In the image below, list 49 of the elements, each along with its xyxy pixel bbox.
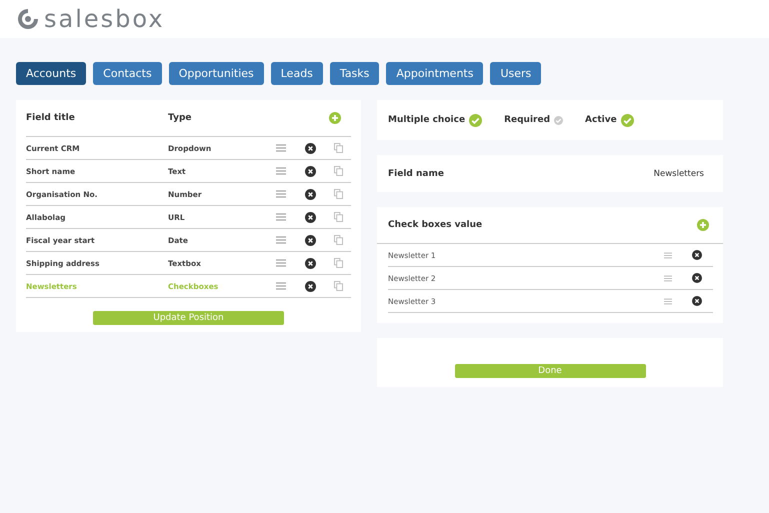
nav-tab[interactable]: Appointments (386, 62, 484, 85)
delete-icon[interactable] (692, 273, 702, 283)
nav-tab[interactable]: Users (490, 62, 542, 85)
option-label: Active (585, 115, 617, 125)
column-header: Field title (26, 113, 76, 123)
drag-handle-icon[interactable] (664, 252, 672, 258)
check-icon[interactable] (469, 114, 482, 126)
delete-icon[interactable] (305, 258, 316, 268)
section-title: Check boxes value (388, 220, 482, 230)
add-icon[interactable] (697, 219, 709, 231)
nav-tab[interactable]: Contacts (93, 62, 162, 85)
drag-handle-icon[interactable] (664, 298, 672, 304)
delete-icon[interactable] (305, 188, 316, 200)
drag-handle-icon[interactable] (276, 144, 286, 152)
option-label: Required (504, 115, 550, 125)
drag-handle-icon[interactable] (664, 274, 672, 282)
logo-icon (16, 7, 40, 31)
copy-icon[interactable] (334, 143, 343, 153)
field-name-label: Field name (388, 168, 444, 178)
copy-icon[interactable] (334, 189, 343, 199)
drag-handle-icon[interactable] (276, 167, 286, 175)
delete-icon[interactable] (305, 166, 316, 176)
delete-icon[interactable] (692, 296, 702, 306)
delete-icon[interactable] (305, 280, 316, 292)
delete-icon[interactable] (692, 250, 702, 260)
drag-handle-icon[interactable] (276, 259, 286, 267)
copy-icon[interactable] (334, 258, 343, 268)
drag-handle-icon[interactable] (276, 190, 286, 198)
nav-tab[interactable]: Leads (270, 62, 323, 85)
copy-icon[interactable] (334, 212, 343, 222)
nav-tab[interactable]: Accounts (16, 62, 86, 85)
copy-icon[interactable] (334, 166, 343, 176)
delete-icon[interactable] (305, 212, 316, 222)
column-header: Type (168, 113, 192, 123)
logo-text: salesbox (44, 5, 165, 33)
copy-icon[interactable] (334, 235, 343, 245)
delete-icon[interactable] (305, 234, 316, 246)
drag-handle-icon[interactable] (276, 282, 286, 290)
add-icon[interactable] (329, 112, 341, 124)
nav-tab[interactable]: Opportunities (168, 62, 264, 85)
option-label: Multiple choice (388, 115, 466, 125)
drag-handle-icon[interactable] (276, 236, 286, 244)
check-icon[interactable] (554, 116, 564, 124)
drag-handle-icon[interactable] (276, 213, 286, 221)
nav-tab[interactable]: Tasks (330, 62, 380, 85)
field-name-value[interactable]: Newsletters (654, 168, 704, 178)
delete-icon[interactable] (305, 142, 316, 154)
check-icon[interactable] (620, 114, 634, 126)
copy-icon[interactable] (334, 281, 343, 291)
